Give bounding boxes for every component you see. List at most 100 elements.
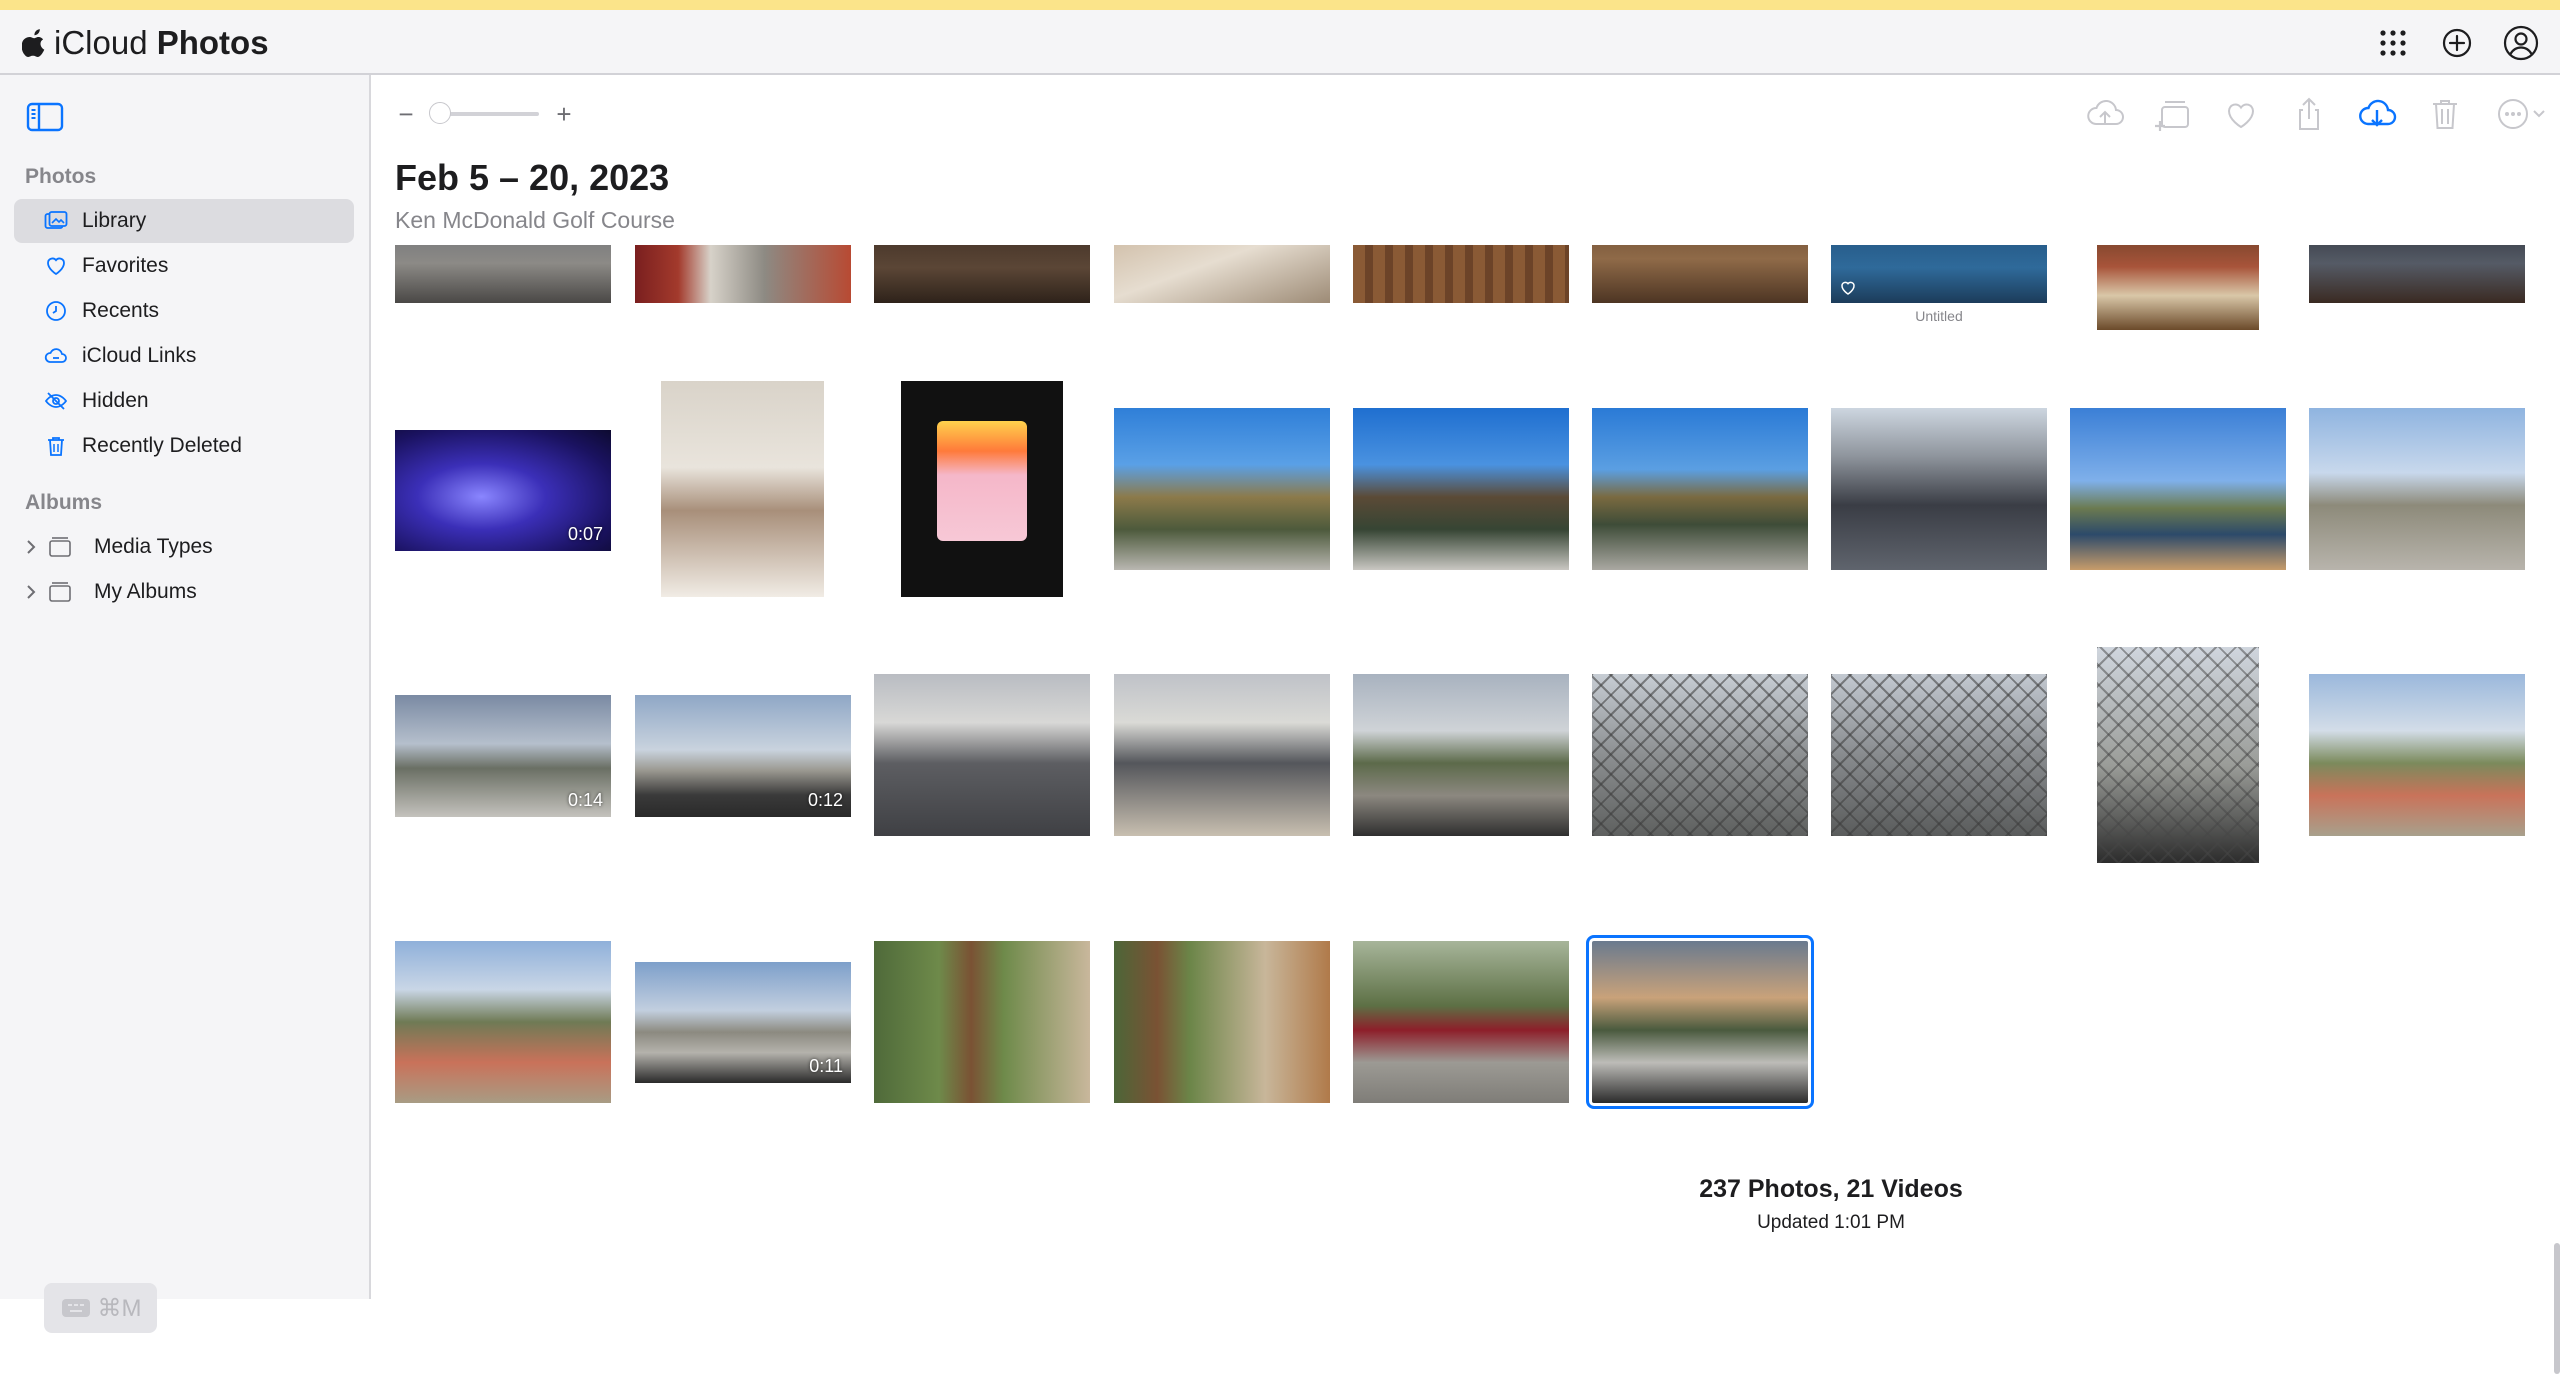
photo-thumbnail[interactable] [2097,647,2259,863]
brand-prefix: iCloud [54,24,148,61]
photo-thumbnail[interactable] [1114,941,1330,1103]
eye-slash-icon [44,392,68,410]
add-to-album-icon[interactable] [2152,93,2194,135]
video-thumbnail[interactable]: 0:12 [635,695,851,817]
scrollbar-thumb[interactable] [2554,1243,2560,1374]
upload-icon[interactable] [2084,93,2126,135]
photo-thumbnail[interactable] [1592,408,1808,570]
video-duration: 0:07 [567,524,603,544]
photo-thumbnail[interactable] [1114,674,1330,836]
chevron-right-icon[interactable] [24,539,38,555]
favorite-heart-icon [1841,281,1855,295]
brand-name: Photos [156,24,269,61]
photo-thumbnail[interactable] [874,245,1090,303]
add-circle-icon[interactable] [2438,24,2476,62]
sidebar-item-recents[interactable]: Recents [14,289,354,333]
sidebar-item-label: Hidden [82,389,149,412]
folder-icon [49,582,71,602]
zoom-out-button[interactable]: − [395,101,417,127]
sidebar-item-my-albums[interactable]: My Albums [14,570,354,614]
photo-thumbnail[interactable] [1831,674,2047,836]
photo-thumbnail[interactable] [1592,245,1808,303]
apple-logo-icon [22,29,45,57]
photo-thumbnail[interactable] [2309,674,2525,836]
page-subtitle: Ken McDonald Golf Course [395,207,675,233]
sidebar-item-label: iCloud Links [82,344,197,367]
photo-thumbnail[interactable] [1353,245,1569,303]
photo-thumbnail[interactable] [901,381,1063,597]
library-footer: 237 Photos, 21 Videos Updated 1:01 PM [1458,1175,2204,1234]
sidebar-item-label: My Albums [94,580,197,603]
photo-thumbnail[interactable] [1353,674,1569,836]
video-thumbnail[interactable]: 0:11 [635,962,851,1083]
delete-icon[interactable] [2424,93,2466,135]
library-updated: Updated 1:01 PM [1757,1212,1905,1233]
shortcut-hint[interactable]: ⌘M [44,1283,157,1333]
video-thumbnail[interactable]: 0:14 [395,695,611,817]
sidebar-item-library[interactable]: Library [14,199,354,243]
top-banner-stripe [0,0,2560,10]
sidebar-item-hidden[interactable]: Hidden [14,379,354,423]
shortcut-hint-label: ⌘M [97,1294,142,1322]
photo-thumbnail[interactable] [1353,941,1569,1103]
photo-thumbnail[interactable] [2097,245,2259,330]
page-title: Feb 5 – 20, 2023 [395,157,670,198]
photo-thumbnail[interactable] [1114,245,1330,303]
library-counts: 237 Photos, 21 Videos [1699,1175,1963,1203]
sidebar-item-recently-deleted[interactable]: Recently Deleted [14,424,354,468]
sidebar-item-label: Media Types [94,535,213,558]
photo-toolbar [2084,93,2548,135]
photo-thumbnail[interactable] [395,245,611,303]
apps-grid-icon[interactable] [2374,24,2412,62]
sidebar: Photos Library Favorites Recents iCloud … [0,75,371,1333]
heart-icon [47,257,65,276]
photo-thumbnail[interactable] [635,245,851,303]
sidebar-item-media-types[interactable]: Media Types [14,525,354,569]
photo-thumbnail-selected[interactable] [1586,935,1814,1109]
sidebar-item-label: Recently Deleted [82,434,242,457]
photo-thumbnail[interactable] [874,941,1090,1103]
photo-thumbnail[interactable] [1592,674,1808,836]
photo-grid: Untitled 0:07 0:14 0:12 0:11 [371,245,2560,1299]
folder-icon [49,537,71,557]
video-duration: 0:14 [567,790,603,810]
photo-thumbnail[interactable] [874,674,1090,836]
photo-caption: Untitled [1915,308,1963,324]
account-icon[interactable] [2502,24,2540,62]
sidebar-item-icloud-links[interactable]: iCloud Links [14,334,354,378]
photo-thumbnail[interactable] [661,381,824,597]
share-icon[interactable] [2288,93,2330,135]
albums-section-header: Albums [25,491,103,514]
zoom-slider[interactable] [429,102,539,124]
cloud-link-icon [44,348,67,363]
photos-section-header: Photos [25,165,97,188]
more-icon[interactable] [2492,93,2548,135]
photo-thumbnail[interactable] [1114,408,1330,570]
app-brand[interactable]: iCloud Photos [22,24,269,62]
library-icon [44,211,68,229]
clock-icon [46,301,66,321]
photo-thumbnail[interactable] [2309,408,2525,570]
trash-icon [48,437,64,456]
photo-thumbnail[interactable] [2309,245,2525,303]
photo-thumbnail[interactable] [1831,245,2047,303]
app-header: iCloud Photos [0,10,2560,75]
zoom-slider-knob[interactable] [429,102,451,124]
photo-thumbnail[interactable] [1353,408,1569,570]
chevron-right-icon[interactable] [24,584,38,600]
sidebar-item-label: Library [82,209,147,232]
sidebar-item-label: Favorites [82,254,169,277]
video-thumbnail[interactable]: 0:07 [395,430,611,551]
zoom-in-button[interactable]: + [553,101,575,127]
main-content: − + Feb 5 – 20, 2023 Ken McDonald Golf C… [371,75,2560,1374]
sidebar-item-label: Recents [82,299,160,322]
zoom-control[interactable]: − + [395,101,575,127]
video-duration: 0:11 [809,1056,843,1076]
photo-thumbnail[interactable] [1831,408,2047,570]
download-icon[interactable] [2356,93,2398,135]
photo-thumbnail[interactable] [2070,408,2286,570]
photo-thumbnail[interactable] [395,941,611,1103]
sidebar-item-favorites[interactable]: Favorites [14,244,354,288]
sidebar-toggle-icon[interactable] [26,101,64,133]
favorite-icon[interactable] [2220,93,2262,135]
